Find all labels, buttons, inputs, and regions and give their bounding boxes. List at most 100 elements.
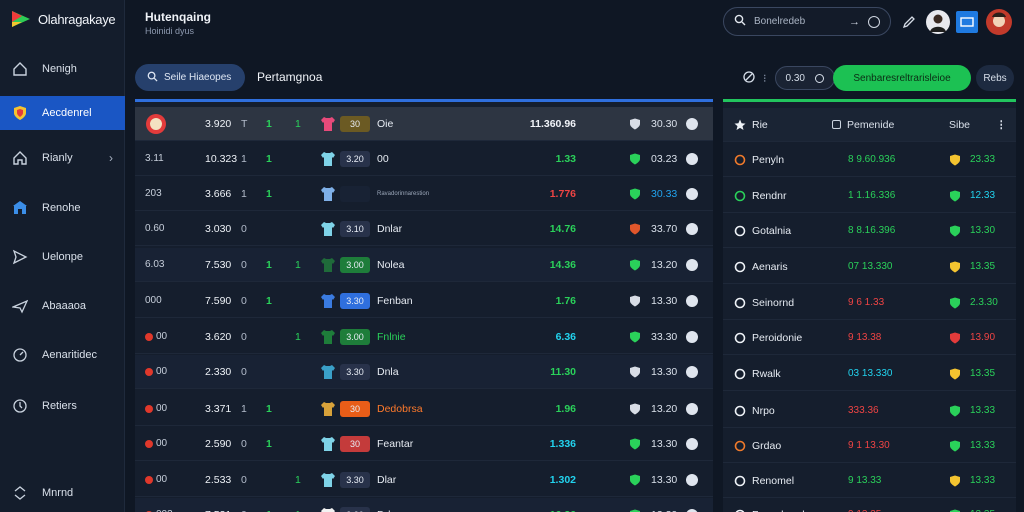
table-row[interactable]: 00 2.330 0 3.30 Dnla 11.30 13.30 [135,355,713,389]
side-list-item[interactable]: Gotalnia 8 8.16.396 13.30 [723,214,1016,248]
odds-badge[interactable]: 30 [340,115,370,132]
sidebar-item-aenaritidec[interactable]: Aenaritidec [0,338,125,372]
secondary-action-button[interactable]: Rebs [976,65,1014,91]
odds-badge[interactable]: 3.00 [340,256,370,273]
team-name[interactable]: Fnlnie [377,331,457,343]
sidebar-item-retiers[interactable]: Retiers [0,389,125,423]
filter-icon[interactable] [743,70,755,86]
table-row[interactable]: 0.60 3.030 0 3.10 Dnlar 14.76 33.70 [135,212,713,246]
team-name[interactable]: Dnlar [377,223,457,235]
odds-value[interactable]: 1.776 [520,188,576,200]
avatar[interactable] [925,9,951,35]
table-row[interactable]: 00 3.620 0 1 3.00 Fnlnie 6.36 33.30 [135,320,713,354]
play-icon[interactable] [686,187,698,200]
profile-avatar[interactable] [986,9,1012,35]
odds-badge[interactable]: 3.30 [340,506,370,512]
odds-value[interactable]: 1.96 [520,403,576,415]
odds-pill[interactable]: 0.30 [774,66,835,90]
odds-badge[interactable]: 3.20 [340,150,370,167]
odds-value[interactable]: 1.336 [520,438,576,450]
odds-badge[interactable]: 3.30 [340,363,370,380]
table-row[interactable]: 6.03 7.530 0 1 1 3.00 Nolea 14.36 13.20 [135,248,713,282]
table-row[interactable]: 203 3.666 1 1 Ravadorinnarestion 1.776 30.33 [135,177,713,211]
side-list-item[interactable]: Grdao 9 1 13.30 13.33 [723,429,1016,463]
play-icon[interactable] [686,437,698,450]
team-name[interactable]: Oie [377,118,457,130]
odds-value[interactable]: 11.360.96 [520,118,576,130]
table-row[interactable]: 00 3.371 1 1 30 Dedobrsa 1.96 13.20 [135,392,713,426]
table-row[interactable]: 3.920 T 1 1 30 Oie 11.360.96 30.30 [135,107,713,141]
side-list-item[interactable]: Rendnr 1 1.16.336 12.33 [723,179,1016,213]
odds-value[interactable]: 14.36 [520,259,576,271]
odds-badge[interactable]: 30 [340,400,370,417]
notification-icon[interactable] [954,9,980,35]
odds-badge[interactable]: 3.00 [340,328,370,345]
side-list-item[interactable]: Peroidonie 9 13.38 13.90 [723,321,1016,355]
match-flag: 0 [241,437,247,450]
side-list-item[interactable]: Fencohernlen9 13.3513.35 [723,498,1016,512]
arrow-right-icon[interactable]: → [849,16,860,28]
edit-icon[interactable] [896,9,922,35]
play-icon[interactable] [686,222,698,235]
odds-value[interactable]: 1.76 [520,295,576,307]
tab-search-active[interactable]: Seile Hiaeopes [135,64,245,91]
toggle-icon[interactable] [868,15,880,28]
side-list-item[interactable]: Seinornd 9 6 1.33 2.3.30 [723,286,1016,320]
sidebar-item-renohe[interactable]: Renohe [0,191,125,225]
odds-value[interactable]: 1.33 [520,153,576,165]
more-options-icon[interactable]: ⋮ [996,119,1007,131]
play-icon[interactable] [686,117,698,130]
match-score: 3.030 [205,222,232,235]
play-icon[interactable] [686,330,698,343]
odds-badge[interactable]: 3.30 [340,292,370,309]
table-row[interactable]: 00 2.590 0 1 30 Feantar 1.336 13.30 [135,427,713,461]
table-row[interactable]: 00 2.533 0 1 3.30 Dlar 1.302 13.30 [135,463,713,497]
primary-action-button[interactable]: Senbaresreltrarisleioe [833,65,971,91]
odds-value[interactable]: 16.36 [520,509,576,512]
side-list-item[interactable]: Renomel 9 13.33 13.33 [723,464,1016,498]
odds-badge[interactable]: 3.10 [340,220,370,237]
odds-badge[interactable]: 30 [340,435,370,452]
odds-value[interactable]: 6.36 [520,331,576,343]
sidebar-item-abaaaoa[interactable]: Abaaaoa [0,289,125,323]
play-icon[interactable] [686,473,698,486]
play-icon[interactable] [686,365,698,378]
team-name[interactable]: Dlar [377,474,457,486]
odds-value[interactable]: 11.30 [520,366,576,378]
side-list-item[interactable]: Nrpo 333.36 13.33 [723,394,1016,428]
sidebar-item-mnrnd[interactable]: Mnrnd [0,476,125,510]
table-row[interactable]: 3.11 10.323 1 1 3.20 00 1.33 03.23 [135,142,713,176]
app-logo[interactable]: Olahragakaye [10,8,116,30]
side-list-item[interactable]: Rwalk 03 13.330 13.35 [723,357,1016,391]
team-name[interactable]: 00 [377,153,457,165]
side-list-item[interactable]: Penyln 8 9.60.936 23.33 [723,143,1016,177]
team-name[interactable]: Dnla [377,366,457,378]
play-icon[interactable] [686,402,698,415]
team-name[interactable]: Nolea [377,259,457,271]
sidebar-item-home[interactable]: Nenigh [0,52,125,86]
team-name[interactable]: Feantar [377,438,457,450]
team-name[interactable]: Ravadorinnarestion [377,191,457,197]
odds-badge[interactable]: 3.30 [340,471,370,488]
star-icon[interactable] [733,118,747,132]
tab-pertamgnoa[interactable]: Pertamgnoa [257,70,322,84]
play-icon[interactable] [686,508,698,512]
sidebar-item-uelonpe[interactable]: Uelonpe [0,240,125,274]
table-row[interactable]: 0037.5310113.30Drbpa16.3613.30 [135,498,713,512]
table-row[interactable]: 000 7.590 0 1 3.30 Fenban 1.76 13.30 [135,284,713,318]
odds-badge[interactable] [340,185,370,202]
play-icon[interactable] [686,152,698,165]
sidebar-item-rianly[interactable]: Rianly › [0,141,125,175]
odds-value[interactable]: 14.76 [520,223,576,235]
team-name[interactable]: Dedobrsa [377,403,457,415]
play-icon[interactable] [686,294,698,307]
side-list-item[interactable]: Aenaris 07 13.330 13.35 [723,250,1016,284]
sidebar-item-active[interactable]: Aecdenrel [0,96,125,130]
search-input[interactable]: Bonelredeb [754,16,841,27]
odds-value[interactable]: 1.302 [520,474,576,486]
team-name[interactable]: Drbpa [377,509,457,512]
search-bar[interactable]: Bonelredeb → [723,7,891,36]
team-name[interactable]: Fenban [377,295,457,307]
checkbox-icon[interactable] [832,120,841,129]
play-icon[interactable] [686,258,698,271]
